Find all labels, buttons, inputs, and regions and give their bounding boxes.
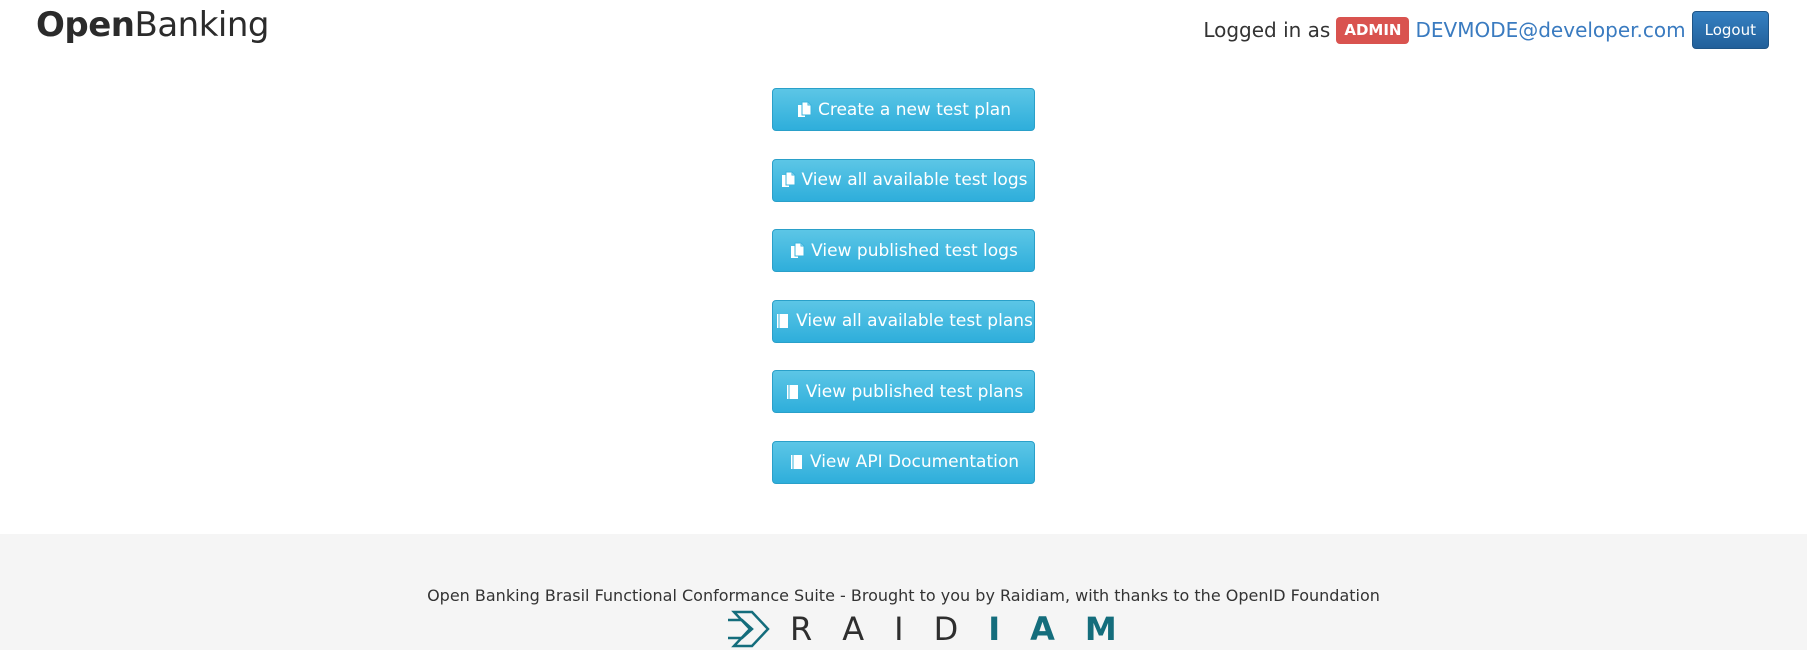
files-icon — [797, 101, 812, 117]
book-icon — [786, 384, 798, 399]
view-published-test-plans-button[interactable]: View published test plans — [772, 370, 1035, 414]
raidiam-mark-icon — [728, 610, 770, 648]
raidiam-letter: I — [988, 610, 1001, 648]
raidiam-letter: D — [933, 610, 959, 648]
user-bar: Logged in as ADMIN DEVMODE@developer.com… — [1203, 11, 1769, 49]
logged-in-label: Logged in as — [1203, 18, 1331, 42]
logo-text-bold: Open — [36, 5, 135, 45]
raidiam-logo[interactable]: R A I D I A M — [724, 608, 1147, 650]
action-buttons: Create a new test plan View all availabl… — [772, 88, 1035, 512]
raidiam-letter: A — [842, 610, 865, 648]
raidiam-wordmark: R A I D I A M — [790, 610, 1147, 648]
user-email-link[interactable]: DEVMODE@developer.com — [1415, 18, 1685, 42]
book-icon — [790, 455, 802, 470]
raidiam-letter: R — [790, 610, 813, 648]
header: Open Banking Logged in as ADMIN DEVMODE@d… — [0, 0, 1807, 70]
view-published-test-plans-label: View published test plans — [805, 381, 1024, 402]
view-published-test-logs-label: View published test logs — [811, 240, 1018, 261]
footer-credit-text: Open Banking Brasil Functional Conforman… — [427, 586, 1380, 605]
view-all-test-plans-label: View all available test plans — [796, 311, 1033, 332]
admin-badge: ADMIN — [1336, 16, 1410, 44]
view-published-test-logs-button[interactable]: View published test logs — [772, 229, 1035, 273]
view-all-test-logs-label: View all available test logs — [801, 170, 1028, 191]
view-api-documentation-button[interactable]: View API Documentation — [772, 440, 1035, 484]
footer: Open Banking Brasil Functional Conforman… — [0, 534, 1807, 650]
raidiam-letter: M — [1084, 610, 1117, 648]
raidiam-letter: I — [894, 610, 904, 648]
files-icon — [791, 242, 805, 258]
create-test-plan-label: Create a new test plan — [817, 99, 1011, 120]
view-api-documentation-label: View API Documentation — [809, 452, 1020, 473]
book-icon — [777, 314, 789, 329]
view-all-test-logs-button[interactable]: View all available test logs — [772, 158, 1035, 202]
files-icon — [781, 171, 795, 188]
view-all-test-plans-button[interactable]: View all available test plans — [772, 299, 1035, 343]
create-test-plan-button[interactable]: Create a new test plan — [772, 88, 1035, 131]
logout-button[interactable]: Logout — [1691, 11, 1769, 49]
logo-text-light: Banking — [134, 5, 270, 45]
openbanking-logo[interactable]: Open Banking — [36, 2, 270, 48]
page: Open Banking Logged in as ADMIN DEVMODE@d… — [0, 0, 1807, 650]
raidiam-letter: A — [1030, 610, 1055, 648]
